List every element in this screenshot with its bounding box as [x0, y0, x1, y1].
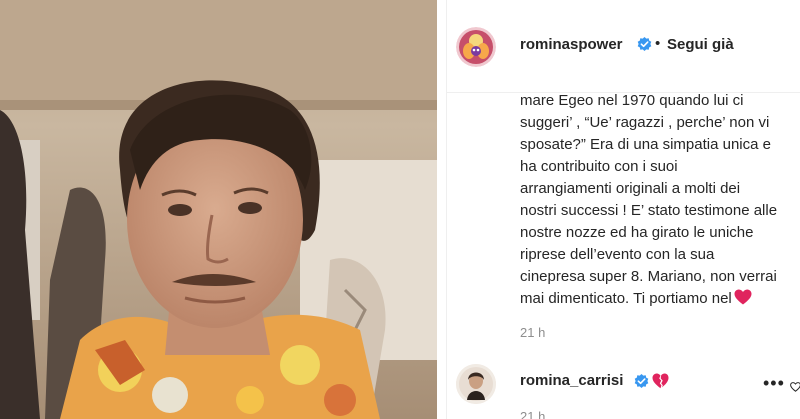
caption-line: nostre nozze ed ha girato le uniche [520, 224, 754, 241]
caption-line: ha contribuito con i suoi [520, 158, 678, 175]
caption-line: suggeri’ , “Ue’ ragazzi , perche’ non vi [520, 114, 770, 131]
post-panel: rominaspower • Segui già mare Egeo nel 1… [446, 0, 800, 419]
photo-illustration [0, 0, 437, 419]
photo-edge [437, 0, 446, 419]
caption-last-line: mai dimenticato. Ti portiamo nel [520, 288, 800, 310]
more-options-icon[interactable]: ••• [763, 374, 785, 392]
post-caption: mare Egeo nel 1970 quando lui ci suggeri… [520, 90, 800, 310]
caption-line: nostri successi ! E’ stato testimone all… [520, 202, 778, 219]
caption-line: mare Egeo nel 1970 quando lui ci [520, 92, 744, 109]
commenter-avatar[interactable] [456, 364, 496, 404]
heart-outline-icon[interactable] [790, 382, 800, 392]
following-button[interactable]: Segui già [667, 36, 734, 53]
broken-heart-icon [652, 373, 669, 389]
caption-line: riprese dell’evento con la sua [520, 246, 715, 263]
caption-timestamp[interactable]: 21 h [520, 325, 545, 340]
caption-line-text: mai dimenticato. Ti portiamo nel [520, 290, 732, 307]
verified-badge-icon [637, 37, 652, 52]
commenter-username[interactable]: romina_carrisi [520, 372, 623, 389]
red-heart-icon [734, 289, 752, 305]
post-photo[interactable] [0, 0, 437, 419]
verified-badge-icon [634, 374, 649, 389]
caption-line: sposate?” Era di una simpatia unica e [520, 136, 771, 153]
header-separator: • [655, 35, 661, 52]
author-username[interactable]: rominaspower [520, 36, 623, 53]
caption-line: arrangiamenti originali a molti dei [520, 180, 741, 197]
post-header: rominaspower • Segui già [447, 0, 800, 93]
caption-line: cinepresa super 8. Mariano, non verrai [520, 268, 777, 285]
author-avatar[interactable] [456, 27, 496, 67]
comment-timestamp[interactable]: 21 h [520, 409, 545, 419]
